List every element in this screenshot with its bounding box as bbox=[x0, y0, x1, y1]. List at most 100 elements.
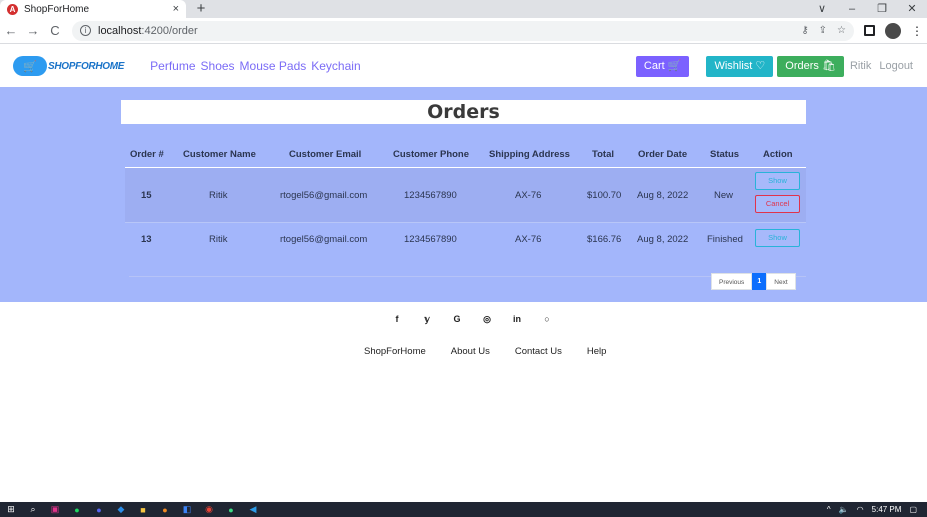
bookmark-star-icon[interactable]: ☆ bbox=[837, 25, 846, 36]
pagination-page[interactable]: 1 bbox=[752, 273, 767, 290]
cart-button[interactable]: Cart 🛒 bbox=[635, 55, 690, 77]
tray-chevron-icon[interactable]: ^ bbox=[827, 505, 831, 514]
reload-button[interactable]: C bbox=[44, 23, 66, 38]
minimize-button[interactable]: – bbox=[837, 0, 867, 18]
file-explorer-icon[interactable]: ■ bbox=[132, 505, 154, 515]
logout-link[interactable]: Logout bbox=[879, 60, 913, 72]
browser-menu-icon[interactable]: ⋮ bbox=[911, 24, 923, 38]
customer-email: rtogel56@gmail.com bbox=[280, 190, 368, 201]
google-icon[interactable]: G bbox=[442, 314, 472, 325]
shipping-address: AX-76 bbox=[515, 234, 542, 245]
footer-link-shopforhome[interactable]: ShopForHome bbox=[364, 346, 426, 357]
window-controls: ∨ – ❐ ✕ bbox=[807, 0, 927, 18]
taskbar-apps: ⊞ ⌕ ▣ ● ● ◆ ■ ● ◧ ◉ ● ◀ bbox=[0, 504, 264, 515]
col-order-no: Order # bbox=[130, 149, 164, 160]
vscode-icon[interactable]: ◀ bbox=[242, 504, 264, 515]
github-icon[interactable]: ○ bbox=[532, 314, 562, 325]
back-button[interactable]: ← bbox=[0, 23, 22, 38]
show-button[interactable]: Show bbox=[755, 172, 800, 190]
nav-link-perfume[interactable]: Perfume bbox=[150, 59, 195, 73]
orders-table-header: Order # Customer Name Customer Email Cus… bbox=[121, 149, 806, 165]
col-customer-email: Customer Email bbox=[289, 149, 362, 160]
footer-link-help[interactable]: Help bbox=[587, 346, 607, 357]
cancel-button[interactable]: Cancel bbox=[755, 195, 800, 213]
wishlist-label: Wishlist bbox=[714, 59, 753, 72]
close-window-button[interactable]: ✕ bbox=[897, 0, 927, 18]
browser-tab[interactable]: A ShopForHome × bbox=[0, 0, 186, 18]
wifi-icon[interactable]: ◠ bbox=[857, 505, 864, 514]
table-row: 13 Ritik rtogel56@gmail.com 1234567890 A… bbox=[125, 222, 806, 256]
pagination-next[interactable]: Next bbox=[766, 273, 796, 290]
nav-link-shoes[interactable]: Shoes bbox=[201, 59, 235, 73]
twitter-icon[interactable]: 𝕪 bbox=[412, 314, 442, 325]
col-order-date: Order Date bbox=[638, 149, 688, 160]
site-logo[interactable]: 🛒 SHOPFORHOME bbox=[13, 56, 124, 76]
user-name[interactable]: Ritik bbox=[850, 60, 871, 72]
footer-links: ShopForHome About Us Contact Us Help bbox=[364, 346, 631, 357]
tab-title: ShopForHome bbox=[24, 3, 90, 15]
order-total: $166.76 bbox=[587, 234, 622, 245]
col-customer-name: Customer Name bbox=[183, 149, 256, 160]
col-total: Total bbox=[592, 149, 614, 160]
orders-section: Orders Order # Customer Name Customer Em… bbox=[0, 87, 927, 302]
app-icon[interactable]: ◧ bbox=[176, 504, 198, 515]
key-icon[interactable]: ⚷ bbox=[801, 25, 808, 36]
category-links: Perfume Shoes Mouse Pads Keychain bbox=[150, 59, 365, 73]
search-icon[interactable]: ⌕ bbox=[22, 504, 44, 515]
logo-text: SHOPFORHOME bbox=[48, 60, 125, 72]
page-title: Orders bbox=[121, 100, 806, 124]
volume-icon[interactable]: 🔈 bbox=[839, 505, 849, 514]
restore-button[interactable]: ❐ bbox=[867, 0, 897, 18]
customer-name: Ritik bbox=[209, 234, 228, 245]
orders-button[interactable]: Orders 🛍 bbox=[777, 55, 844, 77]
tab-search-icon[interactable]: ∨ bbox=[807, 0, 837, 18]
footer-link-contact-us[interactable]: Contact Us bbox=[515, 346, 562, 357]
instagram-icon[interactable]: ◎ bbox=[472, 314, 502, 325]
customer-phone: 1234567890 bbox=[404, 190, 457, 201]
order-number: 15 bbox=[141, 190, 152, 201]
order-total: $100.70 bbox=[587, 190, 622, 201]
footer-link-about-us[interactable]: About Us bbox=[451, 346, 490, 357]
omnibox-icons: ⚷ ⇪ ☆ bbox=[801, 25, 846, 36]
nav-link-keychain[interactable]: Keychain bbox=[311, 59, 360, 73]
forward-button[interactable]: → bbox=[22, 23, 44, 38]
notification-icon[interactable]: ▢ bbox=[909, 505, 917, 514]
windows-taskbar: ⊞ ⌕ ▣ ● ● ◆ ■ ● ◧ ◉ ● ◀ ^ 🔈 ◠ 5:47 PM ▢ bbox=[0, 502, 927, 517]
app-icon[interactable]: ▣ bbox=[44, 504, 66, 515]
discord-icon[interactable]: ● bbox=[88, 505, 110, 515]
show-button[interactable]: Show bbox=[755, 229, 800, 247]
share-icon[interactable]: ⇪ bbox=[819, 25, 827, 36]
pagination: Previous 1 Next bbox=[711, 273, 796, 290]
customer-email: rtogel56@gmail.com bbox=[280, 234, 368, 245]
tab-close-icon[interactable]: × bbox=[173, 3, 179, 15]
col-status: Status bbox=[710, 149, 740, 160]
new-tab-button[interactable]: + bbox=[190, 0, 212, 18]
app-icon[interactable]: ● bbox=[220, 505, 242, 515]
nav-link-mouse-pads[interactable]: Mouse Pads bbox=[240, 59, 307, 73]
table-bottom-divider bbox=[129, 276, 806, 277]
clock[interactable]: 5:47 PM bbox=[872, 505, 902, 514]
cart-logo-icon: 🛒 bbox=[13, 56, 47, 76]
col-shipping-address: Shipping Address bbox=[489, 149, 570, 160]
windows-start-icon[interactable]: ⊞ bbox=[0, 504, 22, 515]
status-badge: Finished bbox=[707, 234, 743, 245]
social-icons: f 𝕪 G ◎ in ○ bbox=[382, 314, 562, 325]
facebook-icon[interactable]: f bbox=[382, 314, 412, 325]
status-badge: New bbox=[714, 190, 734, 201]
col-action: Action bbox=[763, 149, 793, 160]
spotify-icon[interactable]: ● bbox=[66, 505, 88, 515]
info-icon[interactable]: i bbox=[80, 25, 91, 36]
linkedin-icon[interactable]: in bbox=[502, 314, 532, 325]
heart-icon: ♡ bbox=[755, 59, 766, 72]
pagination-previous[interactable]: Previous bbox=[711, 273, 753, 290]
address-bar[interactable]: i localhost :4200/order ⚷ ⇪ ☆ bbox=[72, 20, 854, 41]
app-icon[interactable]: ◆ bbox=[110, 504, 132, 515]
side-panel-icon[interactable] bbox=[864, 25, 875, 36]
chrome-icon[interactable]: ◉ bbox=[198, 504, 220, 515]
nav-actions: Cart 🛒 Wishlist ♡ Orders 🛍 Ritik Logout bbox=[635, 55, 927, 77]
wishlist-button[interactable]: Wishlist ♡ bbox=[706, 55, 774, 77]
orders-label: Orders bbox=[785, 59, 819, 72]
customer-phone: 1234567890 bbox=[404, 234, 457, 245]
profile-avatar[interactable] bbox=[885, 22, 901, 39]
firefox-icon[interactable]: ● bbox=[154, 505, 176, 515]
